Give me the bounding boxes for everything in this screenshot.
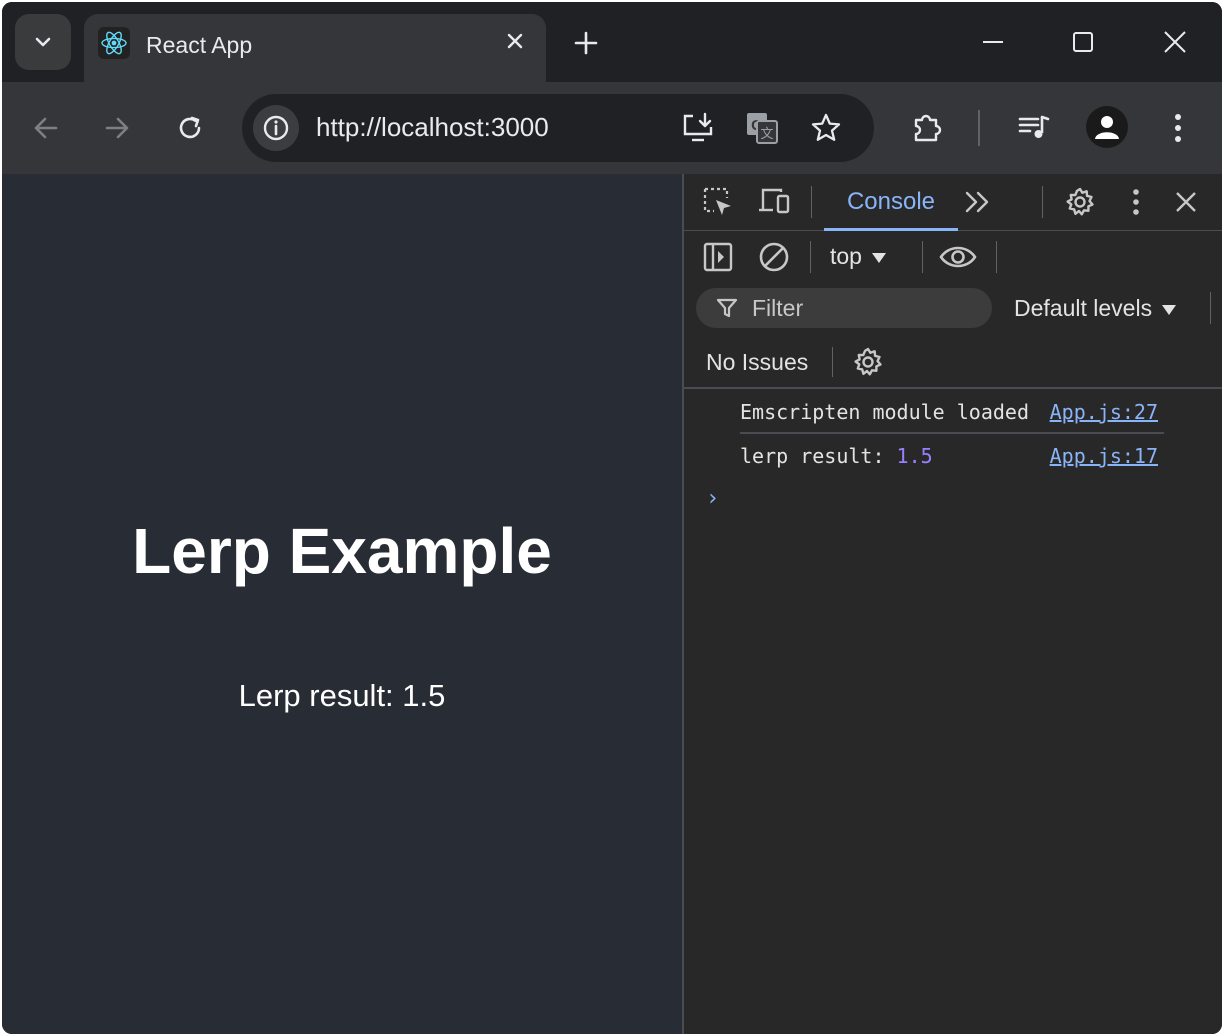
console-toolbar: top xyxy=(684,231,1222,283)
log-levels-dropdown[interactable]: Default levels xyxy=(1014,295,1177,322)
page-heading: Lerp Example xyxy=(132,515,552,587)
gear-icon xyxy=(854,347,882,376)
browser-menu-button[interactable] xyxy=(1158,108,1198,148)
filter-placeholder: Filter xyxy=(752,295,804,321)
media-controls-button[interactable] xyxy=(1014,108,1054,148)
issues-count[interactable]: No Issues xyxy=(706,349,808,376)
sidebar-icon xyxy=(703,242,733,272)
toolbar-separator xyxy=(1042,186,1043,218)
more-tabs-button[interactable] xyxy=(958,182,998,222)
toolbar-divider xyxy=(978,110,980,146)
page-viewport: Lerp Example Lerp result: 1.5 xyxy=(2,174,682,1034)
live-expression-button[interactable] xyxy=(938,237,978,277)
clear-console-button[interactable] xyxy=(754,237,794,277)
svg-text:文: 文 xyxy=(760,127,773,142)
minimize-icon xyxy=(983,41,1003,43)
reload-button[interactable] xyxy=(170,108,210,148)
context-selector[interactable]: top xyxy=(830,243,886,270)
inspect-icon xyxy=(703,187,731,215)
toolbar-separator xyxy=(1210,292,1211,324)
info-icon xyxy=(263,115,289,141)
devtools-settings-button[interactable] xyxy=(1060,182,1100,222)
arrow-left-icon xyxy=(34,117,58,139)
device-toolbar-button[interactable] xyxy=(754,182,794,222)
toolbar-separator xyxy=(832,347,833,377)
log-number-value: 1.5 xyxy=(896,444,933,468)
lerp-result-text: Lerp result: 1.5 xyxy=(238,678,446,713)
bookmark-button[interactable] xyxy=(806,108,846,148)
new-tab-button[interactable] xyxy=(568,25,604,61)
close-icon xyxy=(507,33,523,49)
more-vert-icon xyxy=(1133,189,1139,215)
close-icon xyxy=(1176,192,1196,212)
tab-react-app[interactable]: React App xyxy=(84,14,546,84)
tab-search-button[interactable] xyxy=(15,14,71,70)
device-icon xyxy=(759,188,790,214)
console-settings-button[interactable] xyxy=(848,342,888,382)
tab-console[interactable]: Console xyxy=(824,174,958,231)
arrow-right-icon xyxy=(105,117,129,139)
playlist-icon xyxy=(1018,115,1050,138)
browser-window: React App http://localhost:3000 文 Lerp E… xyxy=(2,2,1222,1034)
close-window-button[interactable] xyxy=(1153,22,1197,62)
console-message: Emscripten module loaded App.js:27 xyxy=(740,390,1164,434)
extensions-button[interactable] xyxy=(908,108,948,148)
log-label: lerp result: xyxy=(740,444,885,468)
close-devtools-button[interactable] xyxy=(1166,182,1206,222)
levels-label: Default levels xyxy=(1014,295,1153,321)
toolbar-separator xyxy=(810,241,811,273)
maximize-button[interactable] xyxy=(1061,22,1105,62)
toolbar-separator xyxy=(811,186,812,218)
devtools-tab-bar: Console xyxy=(684,174,1222,231)
toolbar-separator xyxy=(922,241,923,273)
log-message-text: Emscripten module loaded xyxy=(740,400,1029,424)
caret-down-icon xyxy=(1162,304,1177,315)
url-text: http://localhost:3000 xyxy=(316,112,549,142)
translate-icon: G文 xyxy=(747,113,778,144)
block-icon xyxy=(759,242,789,272)
console-tab-label: Console xyxy=(846,188,936,215)
issues-bar: No Issues xyxy=(684,337,1222,389)
tab-strip: React App xyxy=(2,2,1222,84)
star-icon xyxy=(811,113,841,141)
show-sidebar-button[interactable] xyxy=(698,237,738,277)
site-info-button[interactable] xyxy=(253,105,299,151)
maximize-icon xyxy=(1073,32,1093,52)
close-icon xyxy=(1164,31,1186,53)
console-prompt[interactable]: › xyxy=(706,486,719,511)
install-icon xyxy=(683,112,713,142)
caret-down-icon xyxy=(871,252,886,263)
chevron-down-icon xyxy=(35,37,51,47)
toolbar-separator xyxy=(996,241,997,273)
puzzle-icon xyxy=(914,114,942,142)
inspect-element-button[interactable] xyxy=(698,182,738,222)
filter-icon xyxy=(716,298,738,318)
browser-toolbar: http://localhost:3000 G文 xyxy=(2,82,1222,174)
address-bar[interactable]: http://localhost:3000 G文 xyxy=(242,94,874,162)
forward-button[interactable] xyxy=(97,108,137,148)
devtools-menu-button[interactable] xyxy=(1116,182,1156,222)
gear-icon xyxy=(1066,187,1094,216)
chevron-double-right-icon xyxy=(965,191,989,213)
minimize-button[interactable] xyxy=(971,22,1015,62)
translate-button[interactable]: G文 xyxy=(742,108,782,148)
more-vert-icon xyxy=(1175,114,1181,142)
reload-icon xyxy=(179,116,201,139)
tab-close-button[interactable] xyxy=(502,28,528,54)
log-message-text: lerp result: 1.5 xyxy=(740,444,933,468)
filter-input[interactable]: Filter xyxy=(696,288,992,328)
log-source-link[interactable]: App.js:17 xyxy=(1050,444,1158,468)
eye-icon xyxy=(939,246,977,268)
plus-icon xyxy=(574,31,598,55)
back-button[interactable] xyxy=(26,108,66,148)
tab-title: React App xyxy=(146,32,253,58)
context-label: top xyxy=(830,243,862,269)
console-message: lerp result: 1.5 App.js:17 xyxy=(740,434,1164,476)
user-icon xyxy=(1095,116,1119,139)
log-source-link[interactable]: App.js:27 xyxy=(1050,400,1158,424)
devtools-panel: Console top Filter Default levels No Iss… xyxy=(682,174,1222,1034)
install-app-button[interactable] xyxy=(678,108,718,148)
react-logo-icon xyxy=(98,27,130,59)
profile-button[interactable] xyxy=(1086,106,1128,148)
